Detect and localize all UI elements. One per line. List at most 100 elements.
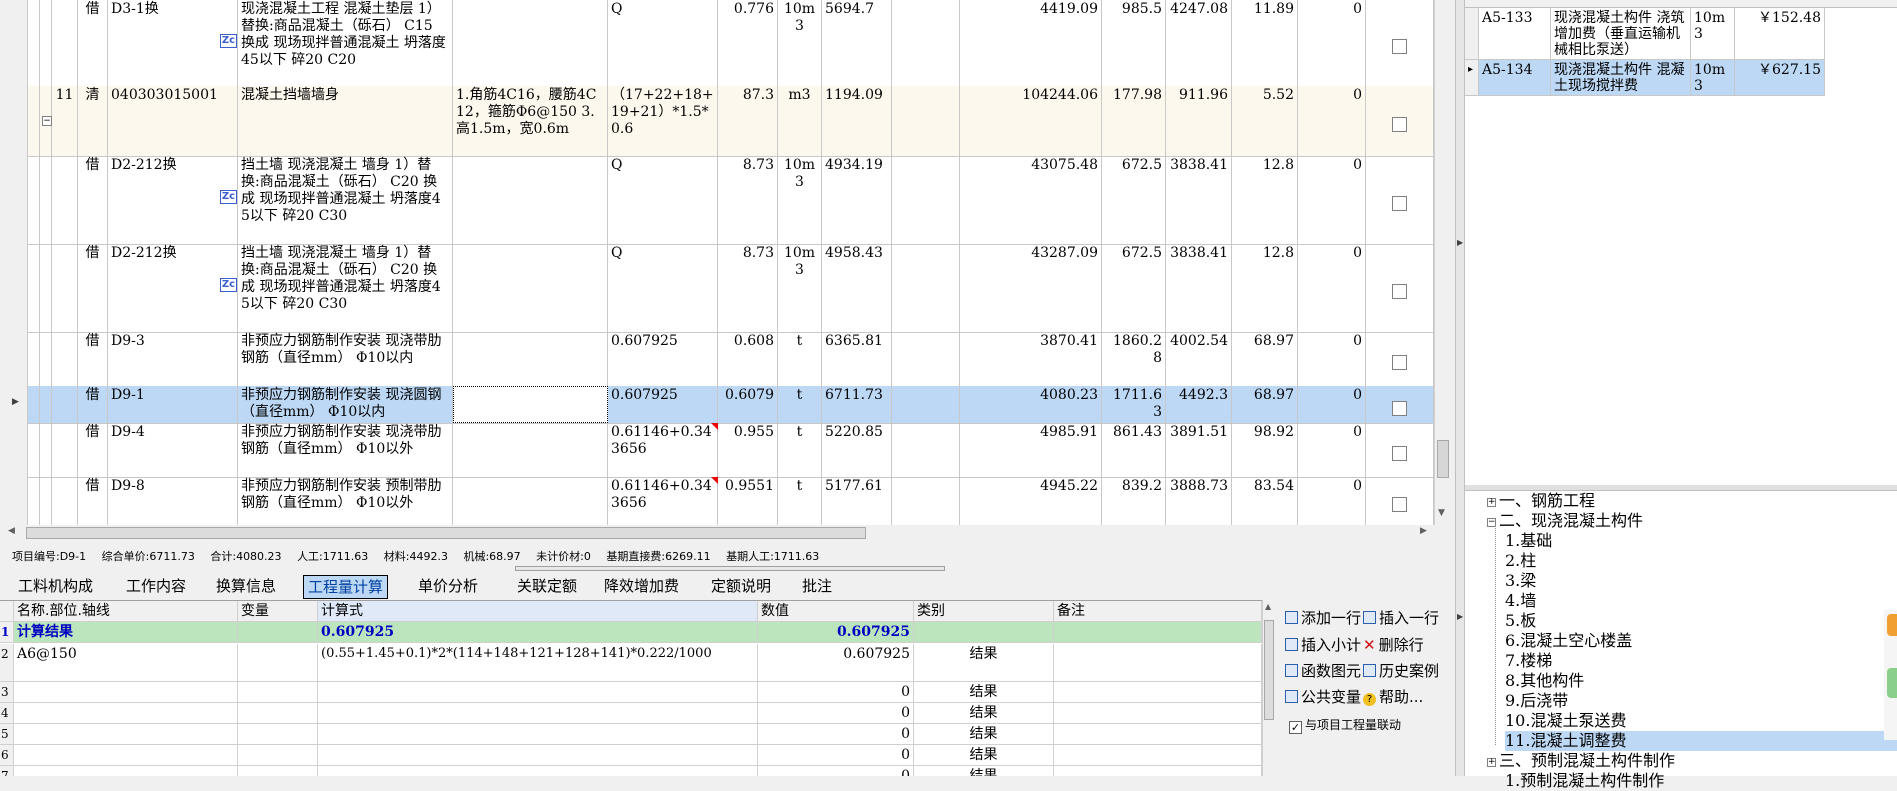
cell-feature[interactable]: 1.角筋4C16，腰筋4C12，箍筋Φ6@150 3.高1.5m，宽0.6m bbox=[453, 86, 608, 156]
vertical-splitter[interactable]: ▶ ▶ bbox=[1455, 0, 1465, 776]
calc-header-cell[interactable]: 名称.部位.轴线 bbox=[14, 601, 238, 621]
cell-formula[interactable]: Q bbox=[608, 156, 718, 244]
calc-cell-expr[interactable] bbox=[318, 745, 758, 765]
calc-cell-name[interactable] bbox=[14, 682, 238, 702]
calc-row[interactable]: 2 A6@150 (0.55+1.45+0.1)*2*(114+148+121+12… bbox=[0, 644, 1262, 682]
insert-row-button[interactable]: 插入一行 bbox=[1363, 608, 1439, 628]
main-grid-hscroll[interactable]: ◀ ▶ bbox=[0, 525, 1434, 541]
collapse-arrow-icon-2[interactable]: ▶ bbox=[1457, 612, 1463, 621]
calc-row[interactable]: 5 0 结果 bbox=[0, 724, 1262, 745]
calc-cell-expr[interactable] bbox=[318, 724, 758, 744]
calc-row[interactable]: 7 0 结果 bbox=[0, 766, 1262, 776]
row-checkbox[interactable] bbox=[1392, 39, 1407, 54]
cell-feature[interactable] bbox=[453, 0, 608, 86]
tab-2[interactable]: 工作内容 bbox=[122, 575, 190, 597]
calc-header-corner[interactable] bbox=[0, 601, 14, 621]
row-checkbox[interactable] bbox=[1392, 196, 1407, 211]
tree-node-precast-child[interactable]: 1.预制混凝土构件制作 bbox=[1505, 771, 1664, 791]
tree-node-precast[interactable]: + 三、预制混凝土构件制作 bbox=[1487, 751, 1675, 771]
delete-row-button[interactable]: ✕ 删除行 bbox=[1363, 635, 1424, 655]
calc-grid-vscroll[interactable]: ▲ bbox=[1262, 600, 1275, 776]
tab-5[interactable]: 单价分析 bbox=[414, 575, 482, 597]
main-grid-vscroll[interactable]: ▼ bbox=[1434, 0, 1450, 525]
item-row[interactable]: 借 D9-1 非预应力钢筋制作安装 现浇圆钢（直径mm） Φ10以内 0.607925… bbox=[0, 386, 1434, 424]
main-grid-vscroll-thumb[interactable] bbox=[1437, 440, 1449, 478]
cell-formula[interactable]: 0.607925 bbox=[608, 386, 718, 423]
cell-formula[interactable]: Q bbox=[608, 0, 718, 86]
public-variable-button[interactable]: 公共变量 bbox=[1285, 687, 1361, 707]
row-checkbox[interactable] bbox=[1392, 355, 1407, 370]
calc-cell-var[interactable] bbox=[238, 724, 318, 744]
scroll-right-icon[interactable]: ▶ bbox=[1420, 526, 1427, 536]
calc-grid-vscroll-thumb[interactable] bbox=[1264, 620, 1274, 720]
tree-node-child[interactable]: 6.混凝土空心楼盖 bbox=[1505, 631, 1632, 651]
calc-row[interactable]: 1 计算结果 0.607925 0.607925 bbox=[0, 622, 1262, 643]
row-checkbox[interactable] bbox=[1392, 401, 1407, 416]
calc-cell-expr[interactable]: (0.55+1.45+0.1)*2*(114+148+121+128+141)*… bbox=[318, 644, 758, 681]
quota-row[interactable]: ▸ A5-134 现浇混凝土构件 混凝土现场搅拌费 10m3 ￥627.15 bbox=[1465, 60, 1825, 96]
cell-feature[interactable] bbox=[453, 156, 608, 244]
cell-formula[interactable]: 0.61146+0.343656 bbox=[608, 423, 718, 477]
item-row[interactable]: 借 D9-4 非预应力钢筋制作安装 现浇带肋钢筋（直径mm） Φ10以外 0.6114… bbox=[0, 423, 1434, 478]
cell-feature[interactable] bbox=[453, 477, 608, 525]
tree-node-child[interactable]: 11.混凝土调整费 bbox=[1505, 731, 1897, 751]
collapse-icon[interactable]: − bbox=[42, 116, 52, 126]
function-chart-button[interactable]: 函数图元 bbox=[1285, 661, 1361, 681]
panel-splitter-handle[interactable] bbox=[515, 566, 945, 571]
collapse-arrow-icon[interactable]: ▶ bbox=[1457, 238, 1463, 247]
calc-row[interactable]: 6 0 结果 bbox=[0, 745, 1262, 766]
calc-cell-name[interactable]: 计算结果 bbox=[14, 622, 238, 642]
item-row[interactable]: 借 D2-212换 挡土墙 现浇混凝土 墙身 1）替换:商品混凝土（砾石） C20 … bbox=[0, 156, 1434, 245]
item-row[interactable]: 借 D9-3 非预应力钢筋制作安装 现浇带肋钢筋（直径mm） Φ10以内 0.6079… bbox=[0, 332, 1434, 387]
insert-subtotal-button[interactable]: 插入小计 bbox=[1285, 635, 1361, 655]
tab-7[interactable]: 降效增加费 bbox=[600, 575, 683, 597]
calc-cell-name[interactable] bbox=[14, 745, 238, 765]
calc-cell-expr[interactable]: 0.607925 bbox=[318, 622, 758, 642]
row-checkbox[interactable] bbox=[1392, 284, 1407, 299]
tab-4[interactable]: 工程量计算 bbox=[303, 575, 389, 599]
scroll-up-icon[interactable]: ▲ bbox=[1265, 602, 1271, 611]
tree-node-child[interactable]: 2.柱 bbox=[1505, 551, 1536, 571]
cell-formula[interactable]: 0.61146+0.343656 bbox=[608, 477, 718, 525]
cell-feature[interactable] bbox=[453, 386, 608, 423]
scroll-down-icon[interactable]: ▼ bbox=[1438, 508, 1445, 518]
calc-header-cell[interactable]: 数值 bbox=[758, 601, 914, 621]
tree-node-child[interactable]: 1.基础 bbox=[1505, 531, 1552, 551]
tree-node-child[interactable]: 3.梁 bbox=[1505, 571, 1536, 591]
calc-row[interactable]: 3 0 结果 bbox=[0, 682, 1262, 703]
tree-node-cast-concrete[interactable]: − 二、现浇混凝土构件 bbox=[1487, 511, 1643, 531]
expand-icon[interactable]: + bbox=[1487, 498, 1496, 507]
calc-header-cell[interactable]: 计算式 bbox=[318, 601, 758, 621]
scroll-left-icon[interactable]: ◀ bbox=[8, 526, 15, 536]
link-quantity-toggle[interactable]: ✓ 与项目工程量联动 bbox=[1289, 715, 1401, 735]
cell-formula[interactable]: （17+22+18+19+21）*1.5*0.6 bbox=[608, 86, 718, 156]
calc-cell-expr[interactable] bbox=[318, 682, 758, 702]
calc-cell-var[interactable] bbox=[238, 682, 318, 702]
calc-cell-var[interactable] bbox=[238, 703, 318, 723]
cell-feature[interactable] bbox=[453, 332, 608, 386]
calc-cell-name[interactable] bbox=[14, 703, 238, 723]
calc-cell-var[interactable] bbox=[238, 622, 318, 642]
tree-node-child[interactable]: 7.楼梯 bbox=[1505, 651, 1552, 671]
tree-node-child[interactable]: 9.后浇带 bbox=[1505, 691, 1568, 711]
tree-node-child[interactable]: 8.其他构件 bbox=[1505, 671, 1584, 691]
cell-feature[interactable] bbox=[453, 423, 608, 477]
add-row-button[interactable]: 添加一行 bbox=[1285, 608, 1361, 628]
tab-8[interactable]: 定额说明 bbox=[707, 575, 775, 597]
help-button[interactable]: ? 帮助... bbox=[1363, 687, 1423, 707]
tree-node-rebar[interactable]: + 一、钢筋工程 bbox=[1487, 491, 1595, 511]
expand-icon[interactable]: + bbox=[1487, 758, 1496, 767]
calc-header-cell[interactable]: 变量 bbox=[238, 601, 318, 621]
cell-formula[interactable]: Q bbox=[608, 244, 718, 332]
tree-node-child[interactable]: 5.板 bbox=[1505, 611, 1536, 631]
calc-cell-name[interactable] bbox=[14, 724, 238, 744]
quota-row[interactable]: A5-133 现浇混凝土构件 浇筑增加费（垂直运输机械相比泵送） 10m3 ￥152.… bbox=[1465, 8, 1825, 60]
calc-cell-expr[interactable] bbox=[318, 703, 758, 723]
item-row[interactable]: 借 D3-1换 现浇混凝土工程 混凝土垫层 1）替换:商品混凝土（砾石） C15 换… bbox=[0, 0, 1434, 87]
tab-9[interactable]: 批注 bbox=[798, 575, 836, 597]
item-row[interactable]: 借 D9-8 非预应力钢筋制作安装 预制带肋钢筋（直径mm） Φ10以外 0.6114… bbox=[0, 477, 1434, 525]
main-grid-hscroll-thumb[interactable] bbox=[26, 527, 866, 539]
row-checkbox[interactable] bbox=[1392, 117, 1407, 132]
tab-6[interactable]: 关联定额 bbox=[513, 575, 581, 597]
item-row[interactable]: 借 D2-212换 挡土墙 现浇混凝土 墙身 1）替换:商品混凝土（砾石） C20 … bbox=[0, 244, 1434, 333]
